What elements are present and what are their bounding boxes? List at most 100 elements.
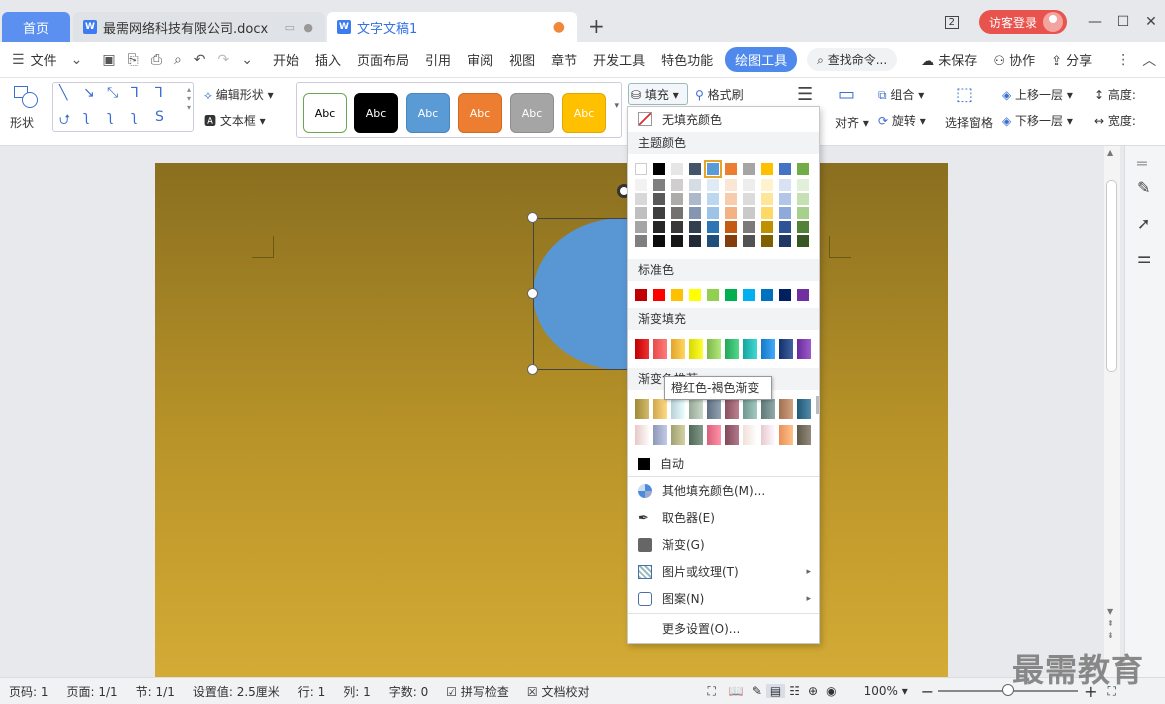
align-button[interactable]: 对齐 ▾ — [835, 114, 869, 131]
resize-handle[interactable] — [527, 364, 538, 375]
color-swatch[interactable] — [635, 193, 647, 205]
no-fill-item[interactable]: 无填充颜色 — [628, 107, 819, 131]
color-swatch[interactable] — [707, 221, 719, 233]
color-swatch[interactable] — [671, 179, 683, 191]
color-swatch[interactable] — [797, 221, 809, 233]
color-swatch[interactable] — [689, 221, 701, 233]
color-swatch[interactable] — [671, 207, 683, 219]
elbow-arrow-icon[interactable]: ⅂ — [155, 85, 163, 101]
width-field[interactable]: ↔ 宽度: — [1094, 112, 1136, 129]
textbox-button[interactable]: 🅰 文本框 ▾ — [204, 112, 266, 129]
proofread-button[interactable]: ☒ 文档校对 — [518, 683, 599, 700]
height-field[interactable]: ↕ 高度: — [1094, 86, 1136, 103]
menu-item[interactable]: 特色功能 — [653, 50, 721, 69]
style-swatch[interactable]: Abc — [458, 93, 502, 133]
color-swatch[interactable] — [743, 289, 755, 301]
menu-item[interactable]: 页面布局 — [349, 50, 417, 69]
eye-protection-icon[interactable]: ◉ — [822, 684, 840, 698]
color-swatch[interactable] — [653, 179, 665, 191]
color-swatch[interactable] — [707, 399, 721, 419]
color-swatch[interactable] — [761, 425, 775, 445]
color-swatch[interactable] — [797, 207, 809, 219]
style-swatch[interactable]: Abc — [562, 93, 606, 133]
maximize-icon[interactable]: ☐ — [1109, 14, 1137, 30]
elbow-connector-icon[interactable]: ⅂ — [131, 85, 139, 101]
status-col[interactable]: 列: 1 — [334, 683, 380, 700]
collab-button[interactable]: ⚇ 协作 — [985, 50, 1043, 69]
color-swatch[interactable] — [725, 399, 739, 419]
close-icon[interactable]: ✕ — [1137, 14, 1165, 30]
status-words[interactable]: 字数: 0 — [380, 683, 438, 700]
menu-item[interactable]: 审阅 — [459, 50, 501, 69]
menu-item[interactable]: 开始 — [265, 50, 307, 69]
color-swatch[interactable] — [653, 289, 665, 301]
color-swatch[interactable] — [635, 179, 647, 191]
scroll-page-icon[interactable]: ▼ ⇞ ⇟ — [1107, 606, 1114, 642]
color-swatch[interactable] — [635, 221, 647, 233]
window-count-badge[interactable]: 2 — [944, 15, 959, 29]
menu-item[interactable]: 章节 — [543, 50, 585, 69]
undo-icon[interactable]: ↶ — [188, 52, 212, 68]
color-swatch[interactable] — [653, 425, 667, 445]
color-swatch[interactable] — [635, 339, 649, 359]
menu-item[interactable]: 插入 — [307, 50, 349, 69]
color-swatch[interactable] — [761, 339, 775, 359]
color-swatch[interactable] — [653, 207, 665, 219]
pointer-icon[interactable]: ➚ — [1137, 214, 1150, 233]
color-swatch[interactable] — [635, 207, 647, 219]
color-swatch[interactable] — [743, 207, 755, 219]
status-setting[interactable]: 设置值: 2.5厘米 — [184, 683, 289, 700]
color-swatch[interactable] — [707, 179, 719, 191]
menu-item[interactable]: 开发工具 — [585, 50, 653, 69]
tab-document-2[interactable]: W 文字文稿1 ● — [327, 12, 577, 42]
scrollbar-thumb[interactable] — [1106, 180, 1117, 372]
redo-icon[interactable]: ↷ — [212, 52, 236, 68]
color-swatch[interactable] — [779, 207, 791, 219]
color-swatch[interactable] — [743, 179, 755, 191]
color-swatch[interactable] — [779, 221, 791, 233]
color-swatch[interactable] — [707, 289, 719, 301]
arrow-shape-icon[interactable]: ↘ — [83, 85, 95, 101]
color-swatch[interactable] — [797, 235, 809, 247]
color-swatch[interactable] — [707, 235, 719, 247]
shape-label[interactable]: 形状 — [10, 114, 34, 131]
format-painter-button[interactable]: ⚲ 格式刷 — [695, 86, 744, 103]
status-pages[interactable]: 页面: 1/1 — [58, 683, 127, 700]
color-swatch[interactable] — [761, 207, 773, 219]
color-swatch[interactable] — [743, 339, 757, 359]
status-row[interactable]: 行: 1 — [289, 683, 335, 700]
color-swatch[interactable] — [761, 221, 773, 233]
color-swatch[interactable] — [689, 207, 701, 219]
color-swatch[interactable] — [761, 235, 773, 247]
minimize-icon[interactable]: — — [1081, 14, 1109, 30]
color-swatch[interactable] — [779, 339, 793, 359]
color-swatch[interactable] — [689, 193, 701, 205]
color-swatch[interactable] — [635, 163, 647, 175]
curved-connector-icon[interactable]: ʅ — [83, 109, 89, 125]
auto-color-item[interactable]: 自动 — [628, 450, 819, 477]
export-icon[interactable]: ⎘ — [122, 52, 145, 68]
color-swatch[interactable] — [707, 425, 721, 445]
color-swatch[interactable] — [653, 399, 667, 419]
menu-file[interactable]: 文件 — [31, 50, 65, 69]
menu-drawing-tools[interactable]: 绘图工具 — [725, 47, 798, 72]
color-swatch[interactable] — [797, 425, 811, 445]
color-swatch[interactable] — [725, 207, 737, 219]
scroll-up-icon[interactable]: ▲ — [1107, 148, 1113, 157]
more-colors-item[interactable]: 其他填充颜色(M)... — [628, 477, 819, 504]
color-swatch[interactable] — [779, 399, 793, 419]
line-shape-icon[interactable]: ╲ — [59, 85, 67, 101]
zoom-level[interactable]: 100% ▾ — [855, 684, 917, 698]
color-swatch[interactable] — [725, 179, 737, 191]
print-preview-icon[interactable]: ⌕ — [168, 52, 188, 68]
menu-item[interactable]: 视图 — [501, 50, 543, 69]
color-swatch[interactable] — [743, 221, 755, 233]
grip-icon[interactable]: ═ — [1137, 154, 1147, 173]
color-swatch[interactable] — [761, 163, 773, 175]
color-swatch[interactable] — [635, 399, 649, 419]
color-swatch[interactable] — [671, 289, 683, 301]
color-swatch[interactable] — [635, 425, 649, 445]
color-swatch[interactable] — [671, 425, 685, 445]
elbow-double-icon[interactable]: ⮍ — [59, 109, 70, 133]
search-command[interactable]: ⌕ 查找命令... — [807, 48, 898, 71]
